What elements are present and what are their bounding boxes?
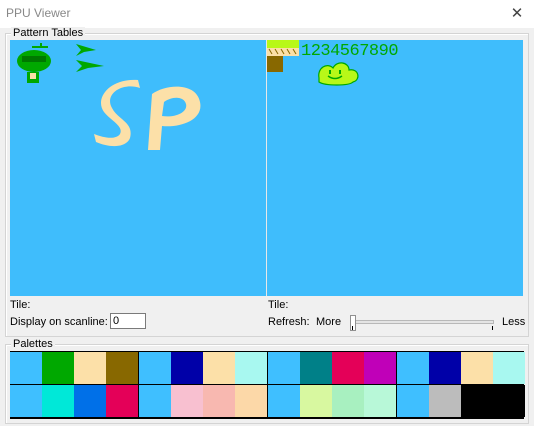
palette-swatch[interactable]	[139, 385, 171, 417]
palette-swatch[interactable]	[397, 352, 429, 384]
refresh-less-label: Less	[502, 316, 526, 328]
palette-swatch[interactable]	[171, 385, 203, 417]
palette-swatch[interactable]	[461, 352, 493, 384]
refresh-more-label: More	[316, 316, 342, 328]
refresh-slider-tick	[492, 326, 493, 330]
palette-swatch[interactable]	[364, 385, 396, 417]
palette-swatch[interactable]	[235, 352, 267, 384]
green-arrow-sprites	[76, 44, 104, 72]
scanline-input[interactable]	[110, 313, 146, 329]
title-bar: PPU Viewer ✕	[0, 0, 534, 28]
palette-swatch[interactable]	[268, 352, 300, 384]
palette-swatch[interactable]	[42, 385, 74, 417]
refresh-slider-track	[352, 320, 494, 324]
palette-swatch[interactable]	[42, 352, 74, 384]
palette-swatch[interactable]	[10, 352, 42, 384]
left-table-graphics	[17, 43, 201, 150]
digit-tiles: 1234567890	[301, 42, 398, 61]
refresh-slider-thumb[interactable]	[350, 315, 356, 331]
refresh-slider[interactable]	[350, 315, 494, 331]
ground-tile-icon	[267, 40, 299, 72]
palette-swatch[interactable]	[203, 352, 235, 384]
close-button[interactable]: ✕	[500, 0, 534, 28]
refresh-label: Refresh:	[268, 316, 310, 328]
sp-letters	[94, 79, 201, 150]
palette-swatch[interactable]	[397, 385, 429, 417]
palette-swatch[interactable]	[74, 385, 106, 417]
palette-swatch[interactable]	[429, 352, 461, 384]
scanline-label: Display on scanline:	[10, 316, 108, 328]
palette-swatch[interactable]	[268, 385, 300, 417]
right-table-graphics: 1234567890	[267, 40, 399, 86]
palette-swatch[interactable]	[493, 352, 525, 384]
palette-swatch[interactable]	[10, 385, 42, 417]
palette-swatch[interactable]	[332, 385, 364, 417]
palette-swatch[interactable]	[364, 352, 396, 384]
palette-swatch[interactable]	[332, 352, 364, 384]
window-title: PPU Viewer	[6, 6, 71, 20]
cloud-face-icon	[318, 62, 359, 86]
ufo-sprite-icon	[17, 43, 51, 83]
palette-grid[interactable]	[10, 351, 525, 419]
pattern-table-left[interactable]	[10, 40, 266, 296]
palette-swatch[interactable]	[139, 352, 171, 384]
palette-swatch[interactable]	[106, 385, 138, 417]
palette-swatch[interactable]	[235, 385, 267, 417]
palette-swatch[interactable]	[461, 385, 493, 417]
palette-row	[10, 385, 525, 417]
refresh-slider-tick	[352, 326, 353, 330]
pattern-tables-label: Pattern Tables	[11, 27, 86, 39]
pattern-table-right[interactable]: 1234567890	[267, 40, 523, 296]
left-tile-label: Tile:	[10, 299, 31, 311]
palettes-label: Palettes	[11, 338, 55, 350]
palette-row	[10, 352, 525, 384]
palette-swatch[interactable]	[171, 352, 203, 384]
palette-swatch[interactable]	[203, 385, 235, 417]
palette-swatch[interactable]	[74, 352, 106, 384]
palette-swatch[interactable]	[106, 352, 138, 384]
palette-swatch[interactable]	[429, 385, 461, 417]
right-tile-label: Tile:	[268, 299, 289, 311]
palette-swatch[interactable]	[493, 385, 525, 417]
palette-swatch[interactable]	[300, 385, 332, 417]
palette-swatch[interactable]	[300, 352, 332, 384]
